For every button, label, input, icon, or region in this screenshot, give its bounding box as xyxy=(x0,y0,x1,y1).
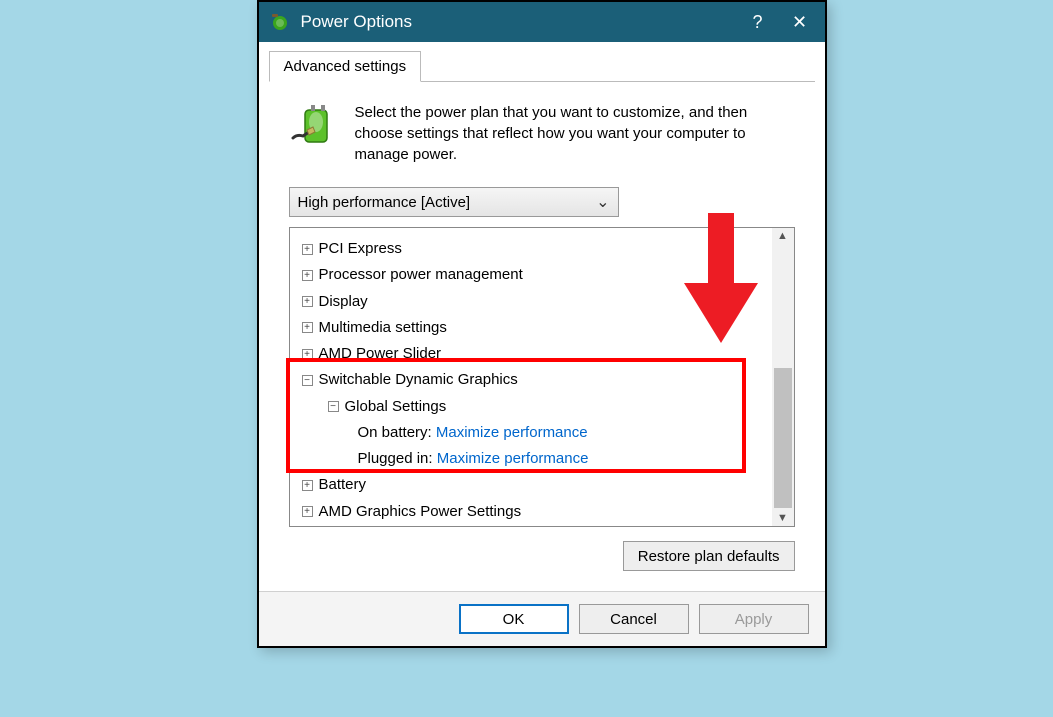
settings-tree: +PCI Express +Processor power management… xyxy=(289,227,795,527)
tree-item-switchable-graphics[interactable]: −Switchable Dynamic Graphics xyxy=(298,367,764,393)
ok-button[interactable]: OK xyxy=(459,604,569,634)
power-options-dialog: Power Options ? ✕ Advanced settings xyxy=(257,0,827,648)
dialog-content: Advanced settings Select the power plan … xyxy=(259,42,825,591)
dialog-footer: OK Cancel Apply xyxy=(259,591,825,646)
tree-item-battery[interactable]: +Battery xyxy=(298,472,764,498)
tab-strip: Advanced settings xyxy=(269,50,815,82)
restore-defaults-button[interactable]: Restore plan defaults xyxy=(623,541,795,571)
apply-button[interactable]: Apply xyxy=(699,604,809,634)
tree-setting-on-battery[interactable]: On battery: Maximize performance xyxy=(298,420,764,446)
power-plan-select[interactable]: High performance [Active] xyxy=(289,187,619,217)
intro-text: Select the power plan that you want to c… xyxy=(355,102,795,165)
tab-advanced-settings[interactable]: Advanced settings xyxy=(269,51,422,82)
tree-item-amd-power-slider[interactable]: +AMD Power Slider xyxy=(298,341,764,367)
tree-item-display[interactable]: +Display xyxy=(298,289,764,315)
power-plan-selected: High performance [Active] xyxy=(298,194,471,211)
scroll-down-icon[interactable]: ▼ xyxy=(777,510,788,526)
scroll-thumb[interactable] xyxy=(774,368,792,508)
scrollbar[interactable]: ▲ ▼ xyxy=(772,228,794,526)
titlebar: Power Options ? ✕ xyxy=(259,2,825,42)
plugged-in-value[interactable]: Maximize performance xyxy=(437,450,589,467)
expand-icon[interactable]: + xyxy=(302,506,313,517)
expand-icon[interactable]: + xyxy=(302,270,313,281)
tree-item-processor-power[interactable]: +Processor power management xyxy=(298,262,764,288)
tree-content: +PCI Express +Processor power management… xyxy=(290,228,772,526)
main-body: Select the power plan that you want to c… xyxy=(269,82,815,581)
scroll-up-icon[interactable]: ▲ xyxy=(777,228,788,244)
power-icon xyxy=(269,11,291,33)
tree-setting-plugged-in[interactable]: Plugged in: Maximize performance xyxy=(298,446,764,472)
tree-item-multimedia[interactable]: +Multimedia settings xyxy=(298,315,764,341)
tree-item-global-settings[interactable]: −Global Settings xyxy=(298,394,764,420)
window-title: Power Options xyxy=(301,12,737,32)
tree-item-amd-graphics-power[interactable]: +AMD Graphics Power Settings xyxy=(298,499,764,525)
cancel-button[interactable]: Cancel xyxy=(579,604,689,634)
close-button[interactable]: ✕ xyxy=(779,2,821,42)
expand-icon[interactable]: + xyxy=(302,244,313,255)
collapse-icon[interactable]: − xyxy=(328,401,339,412)
expand-icon[interactable]: + xyxy=(302,296,313,307)
expand-icon[interactable]: + xyxy=(302,322,313,333)
battery-plug-icon xyxy=(289,102,341,158)
collapse-icon[interactable]: − xyxy=(302,375,313,386)
on-battery-value[interactable]: Maximize performance xyxy=(436,424,588,441)
expand-icon[interactable]: + xyxy=(302,480,313,491)
expand-icon[interactable]: + xyxy=(302,349,313,360)
help-button[interactable]: ? xyxy=(737,2,779,42)
tree-item-pci-express[interactable]: +PCI Express xyxy=(298,236,764,262)
